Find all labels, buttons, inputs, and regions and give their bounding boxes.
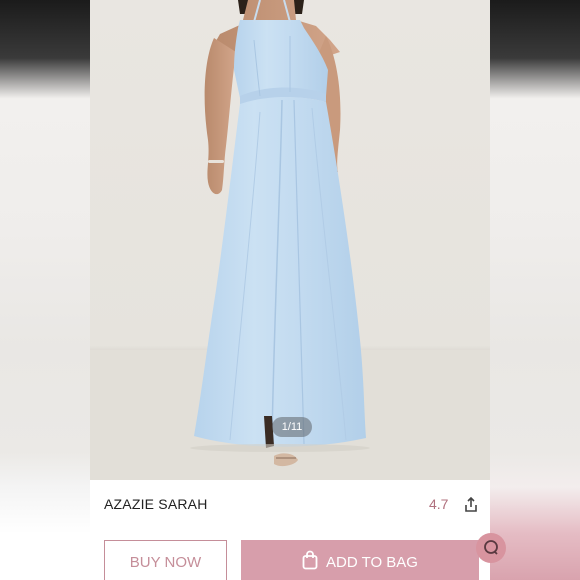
- shopping-bag-icon: [302, 550, 318, 574]
- buy-now-button[interactable]: BUY NOW: [104, 540, 227, 580]
- product-screen: 1/11 AZAZIE SARAH 4.7 BUY NOW ADD TO BAG: [90, 0, 490, 580]
- blurred-backdrop-left: [0, 0, 90, 580]
- chat-icon[interactable]: [476, 533, 506, 563]
- blurred-backdrop-right: [490, 0, 580, 580]
- gallery-page-indicator: 1/11: [272, 417, 312, 437]
- product-image-gallery[interactable]: 1/11: [90, 0, 490, 480]
- product-rating[interactable]: 4.7: [429, 496, 448, 512]
- product-info-row: AZAZIE SARAH 4.7: [90, 480, 490, 530]
- share-icon[interactable]: [462, 496, 480, 514]
- add-to-bag-label: ADD TO BAG: [326, 553, 418, 571]
- product-name: AZAZIE SARAH: [104, 496, 208, 512]
- add-to-bag-button[interactable]: ADD TO BAG: [241, 540, 479, 580]
- product-photo: [90, 0, 490, 480]
